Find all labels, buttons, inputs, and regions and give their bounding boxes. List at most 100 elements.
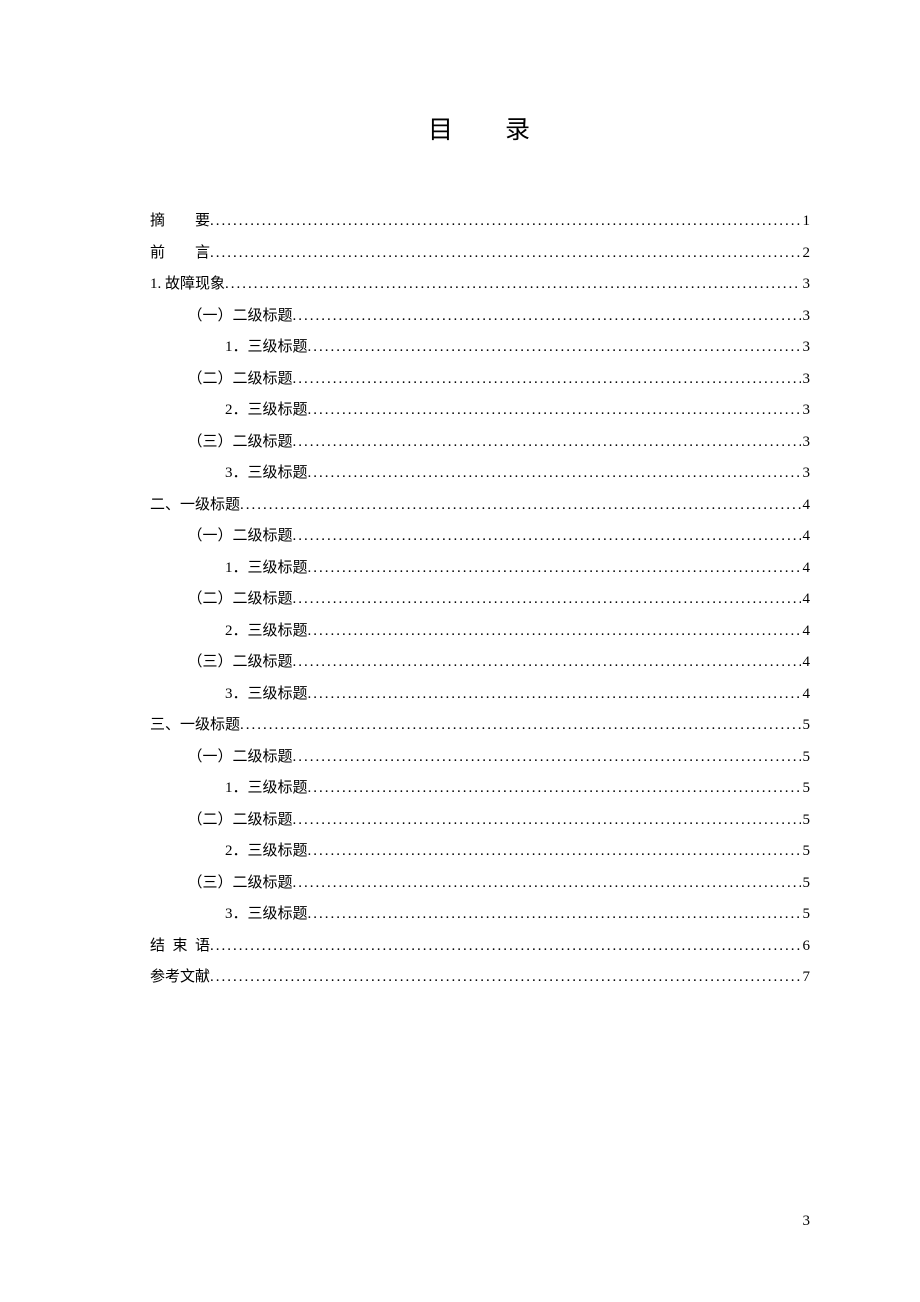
toc-entry-label: 三、一级标题 bbox=[150, 710, 240, 742]
toc-entry-page: 5 bbox=[801, 805, 811, 837]
toc-leader-dots bbox=[308, 458, 801, 490]
toc-entry: （一）二级标题5 bbox=[150, 742, 810, 774]
toc-entry-label: 1．三级标题 bbox=[225, 773, 308, 805]
toc-entry-label: 1. 故障现象 bbox=[150, 269, 225, 301]
toc-leader-dots bbox=[293, 364, 801, 396]
toc-entry: （二）二级标题 4 bbox=[150, 584, 810, 616]
toc-entry-label: 1．三级标题 bbox=[225, 332, 308, 364]
toc-entry-page: 5 bbox=[801, 868, 811, 900]
toc-leader-dots bbox=[308, 773, 801, 805]
toc-leader-dots bbox=[308, 616, 801, 648]
toc-entry: 1．三级标题 4 bbox=[150, 553, 810, 585]
toc-entry-page: 3 bbox=[801, 301, 811, 333]
toc-entry: 前言 2 bbox=[150, 238, 810, 270]
toc-entry-label: 2．三级标题 bbox=[225, 616, 308, 648]
toc-entry-page: 6 bbox=[801, 931, 811, 963]
toc-entry-label: 结束语 bbox=[150, 931, 210, 963]
toc-entry-label: 2．三级标题 bbox=[225, 836, 308, 868]
toc-entry-label: （三）二级标题 bbox=[188, 427, 293, 459]
toc-leader-dots bbox=[293, 647, 801, 679]
toc-entry: （一）二级标题 4 bbox=[150, 521, 810, 553]
toc-entry-page: 4 bbox=[801, 584, 811, 616]
toc-entry-label: 3．三级标题 bbox=[225, 458, 308, 490]
toc-entry-page: 3 bbox=[801, 269, 811, 301]
toc-entry: 2．三级标题 3 bbox=[150, 395, 810, 427]
toc-leader-dots bbox=[210, 206, 800, 238]
toc-entry-page: 4 bbox=[801, 553, 811, 585]
toc-leader-dots bbox=[293, 742, 801, 774]
toc-entry: 1. 故障现象 3 bbox=[150, 269, 810, 301]
toc-entry: 三、一级标题 5 bbox=[150, 710, 810, 742]
toc-leader-dots bbox=[308, 332, 801, 364]
toc-leader-dots bbox=[293, 427, 801, 459]
toc-entry-page: 5 bbox=[801, 836, 811, 868]
toc-entry: （三）二级标题 5 bbox=[150, 868, 810, 900]
toc-entry: 参考文献 7 bbox=[150, 962, 810, 994]
toc-leader-dots bbox=[293, 301, 801, 333]
toc-entry: 二、一级标题 4 bbox=[150, 490, 810, 522]
toc-title-char2: 录 bbox=[505, 117, 532, 144]
toc-leader-dots bbox=[293, 584, 801, 616]
toc-entry: （一）二级标题 3 bbox=[150, 301, 810, 333]
toc-entry-label: 1．三级标题 bbox=[225, 553, 308, 585]
toc-leader-dots bbox=[240, 710, 800, 742]
toc-entry-label: （二）二级标题 bbox=[188, 364, 293, 396]
toc-entry-page: 5 bbox=[801, 773, 811, 805]
toc-entry-page: 3 bbox=[801, 395, 811, 427]
toc-entry-page: 4 bbox=[801, 647, 811, 679]
toc-entry-page: 4 bbox=[801, 521, 811, 553]
toc-entry-label: （三）二级标题 bbox=[188, 647, 293, 679]
toc-entry: 结束语 6 bbox=[150, 931, 810, 963]
toc-entry-label: （二）二级标题 bbox=[188, 805, 293, 837]
toc-entry: （三）二级标题 4 bbox=[150, 647, 810, 679]
toc-entry-page: 3 bbox=[801, 458, 811, 490]
toc-entry-page: 4 bbox=[801, 490, 811, 522]
toc-entry-page: 5 bbox=[801, 742, 811, 774]
document-page: 目录 摘要1前言21. 故障现象3（一）二级标题31．三级标题3（二）二级标题3… bbox=[0, 0, 920, 1302]
toc-entry-label: 3．三级标题 bbox=[225, 679, 308, 711]
toc-entry-label: （一）二级标题 bbox=[188, 301, 293, 333]
toc-entry-label: 2．三级标题 bbox=[225, 395, 308, 427]
toc-leader-dots bbox=[293, 868, 801, 900]
toc-entry: 2．三级标题 5 bbox=[150, 836, 810, 868]
toc-leader-dots bbox=[293, 805, 801, 837]
toc-entry: 3．三级标题 5 bbox=[150, 899, 810, 931]
toc-title: 目录 bbox=[150, 110, 810, 146]
toc-leader-dots bbox=[210, 962, 800, 994]
toc-entry: （二）二级标题 3 bbox=[150, 364, 810, 396]
toc-leader-dots bbox=[240, 490, 800, 522]
toc-entry-page: 4 bbox=[801, 679, 811, 711]
toc-entry-page: 3 bbox=[801, 332, 811, 364]
toc-leader-dots bbox=[308, 899, 801, 931]
toc-entry-label: 3．三级标题 bbox=[225, 899, 308, 931]
toc-entry-label: 摘要 bbox=[150, 206, 210, 238]
toc-leader-dots bbox=[293, 521, 801, 553]
toc-entry-page: 4 bbox=[801, 616, 811, 648]
toc-entry-label: 参考文献 bbox=[150, 962, 210, 994]
toc-entry-page: 3 bbox=[801, 427, 811, 459]
toc-list: 摘要1前言21. 故障现象3（一）二级标题31．三级标题3（二）二级标题32．三… bbox=[150, 206, 810, 994]
toc-entry-label: （二）二级标题 bbox=[188, 584, 293, 616]
toc-entry: 1．三级标题 5 bbox=[150, 773, 810, 805]
toc-entry: 2．三级标题 4 bbox=[150, 616, 810, 648]
toc-entry-page: 2 bbox=[801, 238, 811, 270]
toc-entry-page: 7 bbox=[801, 962, 811, 994]
toc-entry: 摘要 1 bbox=[150, 206, 810, 238]
toc-entry-page: 3 bbox=[801, 364, 811, 396]
toc-entry: 1．三级标题 3 bbox=[150, 332, 810, 364]
toc-entry: 3．三级标题 4 bbox=[150, 679, 810, 711]
toc-title-char1: 目 bbox=[428, 117, 455, 144]
toc-entry-label: （一）二级标题 bbox=[188, 521, 293, 553]
toc-entry-label: 前言 bbox=[150, 238, 210, 270]
toc-entry-label: （三）二级标题 bbox=[188, 868, 293, 900]
toc-entry: 3．三级标题 3 bbox=[150, 458, 810, 490]
toc-leader-dots bbox=[210, 931, 800, 963]
toc-entry-page: 5 bbox=[801, 899, 811, 931]
toc-entry: （二）二级标题 5 bbox=[150, 805, 810, 837]
toc-leader-dots bbox=[308, 553, 801, 585]
toc-entry-label: 二、一级标题 bbox=[150, 490, 240, 522]
toc-leader-dots bbox=[308, 836, 801, 868]
toc-entry-page: 1 bbox=[801, 206, 811, 238]
toc-leader-dots bbox=[225, 269, 800, 301]
toc-entry-page: 5 bbox=[801, 710, 811, 742]
